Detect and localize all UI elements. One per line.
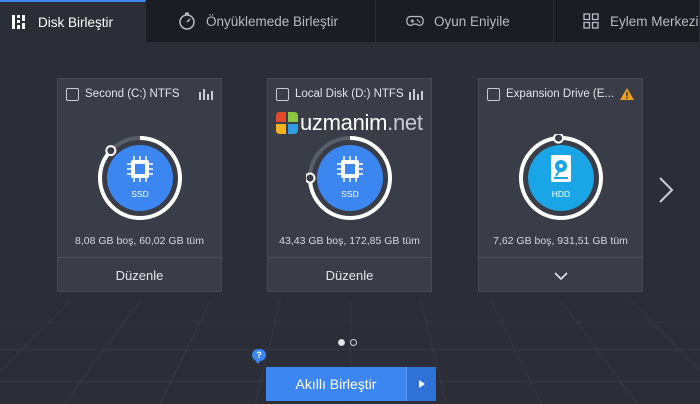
drive-checkbox[interactable] bbox=[276, 87, 289, 101]
tab-disk-defrag[interactable]: Disk Birleştir bbox=[0, 0, 146, 42]
chevron-down-icon bbox=[553, 268, 568, 283]
play-arrow-icon bbox=[418, 380, 425, 388]
smart-defrag-dropdown[interactable] bbox=[406, 367, 436, 401]
watermark-text: uzmanim.net bbox=[300, 110, 423, 135]
drive-title: Local Disk (D:) NTFS bbox=[295, 88, 404, 100]
watermark-logo: uzmanim.net bbox=[274, 110, 423, 136]
grid-icon bbox=[582, 12, 600, 30]
drive-type-label: SSD bbox=[341, 189, 358, 199]
drive-title: Second (C:) NTFS bbox=[85, 88, 180, 100]
drive-card-header: Expansion Drive (E... bbox=[479, 79, 642, 109]
disk-defrag-icon bbox=[10, 13, 28, 31]
edit-button[interactable]: Düzenle bbox=[268, 257, 431, 293]
drive-card-header: Local Disk (D:) NTFS bbox=[268, 79, 431, 109]
tab-game-optimize[interactable]: Oyun Eniyile bbox=[376, 0, 554, 42]
tab-bar: Disk Birleştir Önyüklemede Birleştir Oyu… bbox=[0, 0, 700, 42]
gamepad-icon bbox=[406, 12, 424, 30]
tab-boot-time-defrag[interactable]: Önyüklemede Birleştir bbox=[146, 0, 376, 42]
tab-label: Disk Birleştir bbox=[38, 14, 114, 30]
timer-icon bbox=[178, 12, 196, 30]
drive-title: Expansion Drive (E... bbox=[506, 88, 615, 100]
smart-defrag-button[interactable]: Akıllı Birleştir bbox=[266, 367, 406, 401]
drive-card-header: Second (C:) NTFS bbox=[58, 79, 221, 109]
page-dot-active[interactable] bbox=[338, 339, 345, 346]
bar-chart-icon[interactable] bbox=[197, 86, 215, 102]
drive-card[interactable]: Expansion Drive (E... HDD 7,62 GB boş, 9… bbox=[478, 78, 643, 292]
drive-card[interactable]: Second (C:) NTFS SSD 8,08 GB boş, 60,02 … bbox=[57, 78, 222, 292]
drive-free-space: 43,43 GB boş, 172,85 GB tüm bbox=[279, 235, 420, 247]
help-badge[interactable]: ? bbox=[252, 349, 266, 364]
tab-label: Oyun Eniyile bbox=[434, 13, 510, 29]
bar-chart-icon[interactable] bbox=[407, 86, 425, 102]
drive-free-space: 8,08 GB boş, 60,02 GB tüm bbox=[75, 235, 204, 247]
pagination-dots bbox=[338, 339, 357, 346]
warning-icon bbox=[618, 86, 636, 102]
edit-button[interactable]: Düzenle bbox=[58, 257, 221, 293]
ssd-usage-ring: SSD bbox=[96, 134, 184, 222]
drive-type-label: SSD bbox=[131, 189, 148, 199]
tab-label: Eylem Merkezi bbox=[610, 13, 699, 29]
hard-drive-icon bbox=[551, 155, 571, 182]
ssd-usage-ring: SSD bbox=[304, 134, 394, 222]
tab-label: Önyüklemede Birleştir bbox=[206, 13, 339, 29]
drive-checkbox[interactable] bbox=[487, 87, 500, 101]
expand-button[interactable] bbox=[479, 257, 642, 293]
next-page-arrow[interactable] bbox=[655, 174, 677, 206]
hdd-usage-ring: HDD bbox=[517, 132, 605, 222]
page-dot[interactable] bbox=[350, 339, 357, 346]
drive-free-space: 7,62 GB boş, 931,51 GB tüm bbox=[493, 235, 628, 247]
drive-type-label: HDD bbox=[552, 189, 570, 199]
drive-checkbox[interactable] bbox=[66, 87, 79, 101]
watermark-leaf-icon bbox=[276, 112, 298, 134]
tab-action-center[interactable]: Eylem Merkezi bbox=[554, 0, 700, 42]
